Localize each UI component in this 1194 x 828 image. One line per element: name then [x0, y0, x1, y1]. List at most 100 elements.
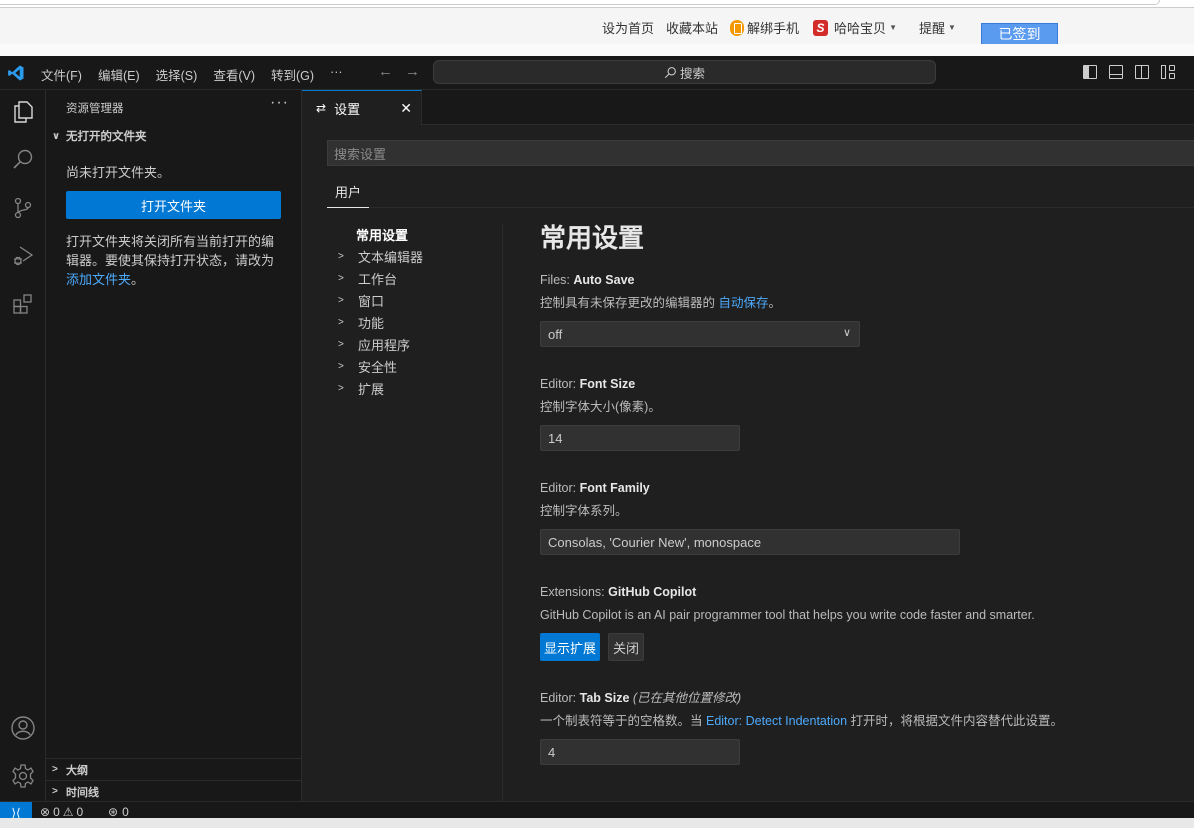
settings-sliders-icon: ⇄: [316, 101, 327, 115]
setting-auto-save: Files: Auto Save 控制具有未保存更改的编辑器的 自动保存。 of…: [540, 271, 1180, 347]
select-value: off: [548, 326, 563, 342]
chevron-down-icon: ∨: [52, 130, 61, 142]
setting-name: Font Size: [579, 377, 636, 391]
no-folder-section-header[interactable]: ∨ 无打开的文件夹: [52, 128, 147, 144]
menu-view[interactable]: 查看(V): [213, 65, 255, 84]
menu-edit[interactable]: 编辑(E): [98, 65, 140, 84]
chevron-right-icon: >: [338, 382, 344, 394]
haha-baby-menu[interactable]: S 哈哈宝贝 ▼: [813, 18, 897, 37]
font-family-input[interactable]: Consolas, 'Courier New', monospace: [540, 529, 960, 555]
toc-label: 扩展: [358, 381, 385, 397]
editor-area: ⇄ 设置 ✕ 搜索设置 用户 常用设置 > 文本编辑器 > 工作台 > 窗口 > 功能 …: [302, 90, 1194, 803]
tab-settings[interactable]: ⇄ 设置 ✕: [302, 90, 422, 125]
setting-title: Editor: Font Size: [540, 375, 1180, 393]
ports-count: 0: [122, 805, 129, 819]
toc-item-security[interactable]: > 安全性: [338, 355, 503, 377]
toc-label: 工作台: [358, 271, 398, 287]
toc-item-extensions[interactable]: > 扩展: [338, 377, 503, 399]
chevron-right-icon: >: [52, 764, 58, 775]
tab-user[interactable]: 用户: [327, 176, 369, 208]
toc-item-workbench[interactable]: > 工作台: [338, 267, 503, 289]
browser-url-bar[interactable]: [0, 0, 1160, 5]
more-actions-icon[interactable]: ···: [270, 94, 289, 112]
close-button[interactable]: 关闭: [608, 633, 645, 661]
signed-in-button[interactable]: 已签到: [981, 23, 1058, 45]
search-icon[interactable]: [9, 146, 37, 174]
toc-item-features[interactable]: > 功能: [338, 311, 503, 333]
toc-item-text-editor[interactable]: > 文本编辑器: [338, 245, 503, 267]
toc-item-common[interactable]: 常用设置: [338, 223, 503, 245]
forward-arrow-icon[interactable]: →: [405, 63, 420, 80]
search-settings-input[interactable]: 搜索设置: [327, 140, 1194, 166]
run-debug-icon[interactable]: [9, 242, 37, 270]
description-text: 一个制表符等于的空格数。当: [540, 714, 706, 728]
add-folder-link[interactable]: 添加文件夹: [66, 272, 131, 287]
setting-title: Editor: Font Family: [540, 479, 1180, 497]
manage-gear-icon[interactable]: [9, 762, 37, 790]
show-extension-button[interactable]: 显示扩展: [540, 633, 601, 661]
setting-description: 一个制表符等于的空格数。当 Editor: Detect Indentation…: [540, 710, 1180, 732]
chevron-right-icon: >: [338, 272, 344, 284]
description-end: 。: [768, 296, 782, 310]
editor-tabs: ⇄ 设置 ✕: [302, 90, 1194, 125]
setting-description: 控制字体系列。: [540, 504, 628, 518]
modified-elsewhere-indicator[interactable]: (已在其他位置修改): [633, 691, 741, 705]
detect-indentation-link[interactable]: Editor: Detect Indentation: [706, 714, 847, 728]
menu-go[interactable]: 转到(G): [271, 65, 314, 84]
customize-layout-icon[interactable]: [1161, 65, 1175, 79]
title-bar: 文件(F) 编辑(E) 选择(S) 查看(V) 转到(G) ··· ← → 搜索: [0, 56, 1194, 90]
chevron-down-icon: ∨: [842, 327, 851, 339]
toc-label: 应用程序: [358, 337, 411, 353]
caret-down-icon: ▼: [948, 23, 956, 32]
command-center-search[interactable]: 搜索: [433, 60, 936, 84]
toggle-primary-sidebar-icon[interactable]: [1083, 65, 1097, 79]
caret-down-icon: ▼: [889, 23, 897, 32]
activity-bar: [0, 90, 46, 802]
setting-category: Editor:: [540, 691, 580, 705]
unbind-phone-link[interactable]: 解绑手机: [730, 18, 799, 37]
toc-label: 功能: [358, 315, 385, 331]
ports-status[interactable]: ⊛ 0: [108, 805, 129, 819]
back-arrow-icon[interactable]: ←: [378, 63, 393, 80]
toc-item-window[interactable]: > 窗口: [338, 289, 503, 311]
warning-icon: ⚠: [62, 805, 74, 819]
bookmark-site-link[interactable]: 收藏本站: [666, 18, 718, 37]
outline-section-header[interactable]: > 大纲: [46, 758, 301, 780]
remind-label: 提醒: [918, 21, 945, 36]
tab-size-input[interactable]: 4: [540, 739, 740, 765]
setting-copilot: Extensions: GitHub Copilot GitHub Copilo…: [540, 583, 1180, 661]
open-folder-button[interactable]: 打开文件夹: [66, 191, 281, 219]
setting-description: 控制具有未保存更改的编辑器的 自动保存。: [540, 292, 1180, 314]
haha-baby-label: 哈哈宝贝: [834, 21, 887, 36]
timeline-section-header[interactable]: > 时间线: [46, 780, 301, 802]
no-folder-message: 尚未打开文件夹。: [66, 165, 171, 180]
menu-selection[interactable]: 选择(S): [156, 65, 198, 84]
explorer-sidebar: 资源管理器 ··· ∨ 无打开的文件夹 尚未打开文件夹。 打开文件夹 打开文件夹将…: [46, 90, 302, 802]
setting-tab-size: Editor: Tab Size (已在其他位置修改) 一个制表符等于的空格数。…: [540, 689, 1180, 765]
set-homepage-link[interactable]: 设为首页: [602, 18, 654, 37]
toggle-panel-icon[interactable]: [1109, 65, 1123, 79]
close-icon[interactable]: ✕: [400, 100, 412, 117]
auto-save-link[interactable]: 自动保存: [718, 296, 768, 310]
chevron-right-icon: >: [338, 250, 344, 262]
toc-item-application[interactable]: > 应用程序: [338, 333, 503, 355]
menu-file[interactable]: 文件(F): [41, 65, 82, 84]
setting-name: GitHub Copilot: [608, 585, 697, 599]
toggle-secondary-sidebar-icon[interactable]: [1135, 65, 1149, 79]
account-icon[interactable]: [9, 714, 37, 742]
setting-category: Extensions:: [540, 585, 609, 599]
source-control-icon[interactable]: [9, 194, 37, 222]
menu-more[interactable]: ···: [330, 65, 343, 84]
toc-label: 窗口: [358, 293, 385, 309]
font-size-input[interactable]: 14: [540, 425, 740, 451]
extensions-icon[interactable]: [9, 290, 37, 318]
setting-name: Font Family: [579, 481, 650, 495]
remind-menu[interactable]: 提醒 ▼: [919, 18, 956, 37]
background-page-peek: [0, 818, 1194, 828]
setting-description: 控制字体大小(像素)。: [540, 400, 661, 414]
problems-status[interactable]: ⊗ 0 ⚠ 0: [40, 805, 83, 819]
description-text: 打开文件夹将关闭所有当前打开的编辑器。要使其保持打开状态，请改为: [66, 234, 275, 268]
auto-save-select[interactable]: off ∨: [540, 321, 860, 347]
explorer-icon[interactable]: [9, 98, 37, 126]
section-label: 无打开的文件夹: [66, 131, 147, 143]
